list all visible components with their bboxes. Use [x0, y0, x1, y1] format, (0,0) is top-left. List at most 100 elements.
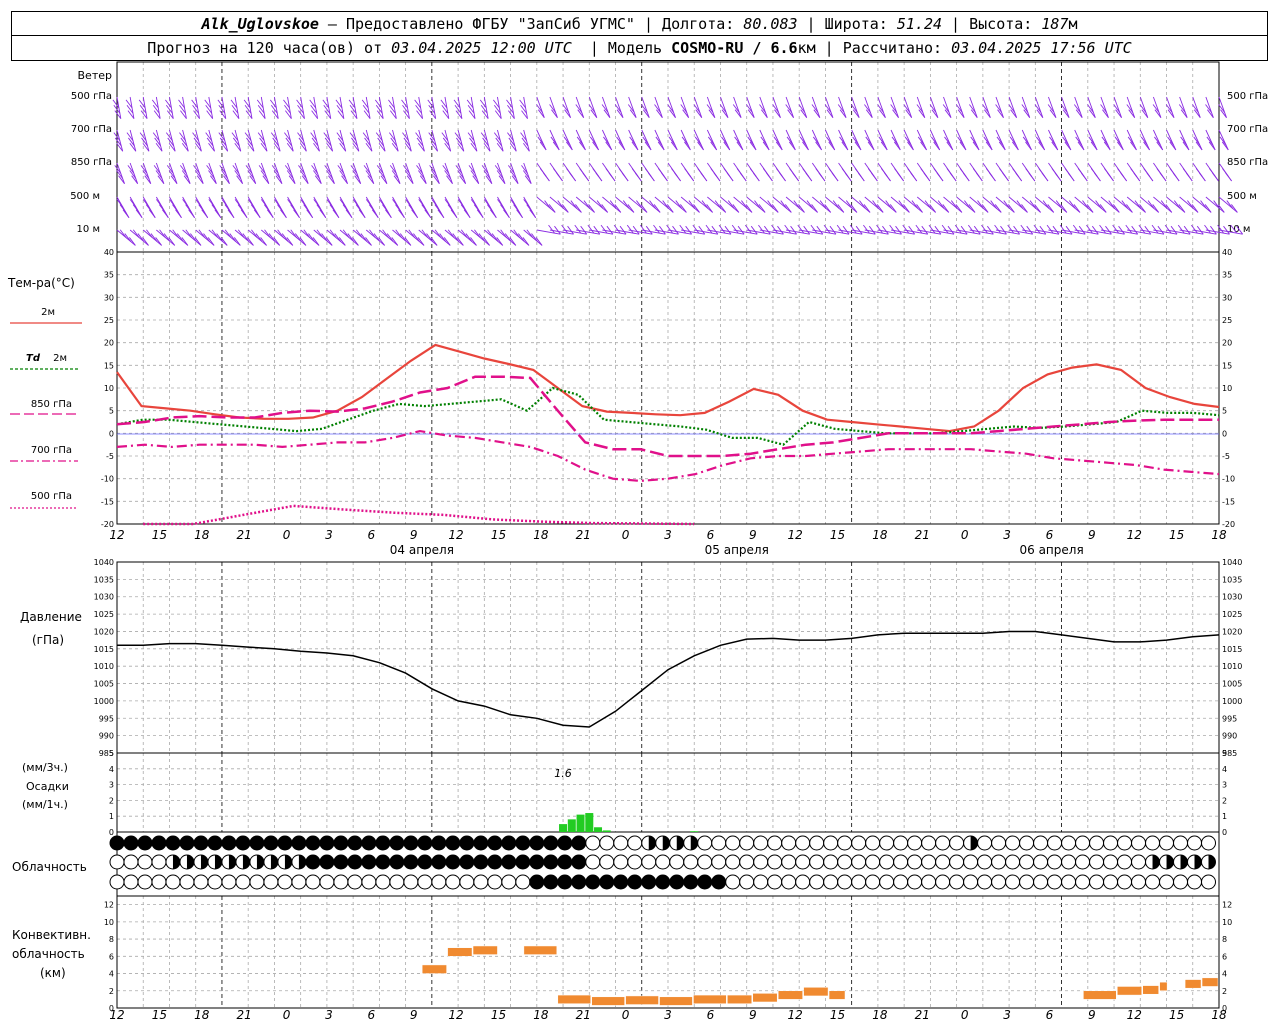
wind-barb-feather — [208, 199, 216, 208]
conv-ytick-left: 6 — [109, 952, 114, 961]
cloud-cover-circle — [991, 874, 1007, 890]
cloud-cover-circle — [697, 835, 713, 851]
wind-barb-staff — [864, 129, 875, 151]
wind-barb-feather — [145, 204, 153, 213]
wind-barb-feather — [894, 168, 901, 177]
precip-ytick-left: 1 — [109, 812, 114, 821]
cloud-cover-circle — [641, 854, 657, 870]
wind-barb-feather — [290, 204, 297, 213]
press-ytick-right: 1025 — [1222, 610, 1242, 619]
wind-barb-feather — [483, 199, 491, 208]
wind-barb-feather — [319, 209, 327, 219]
wind-barb-feather — [841, 168, 849, 177]
wind-barb-feather — [592, 168, 600, 177]
meteogram: -20 -20-15 -15-10 -10-5 -50 05 510 1015 1520 2025… — [7, 61, 1268, 1022]
wind-barb-feather — [907, 168, 914, 177]
cloud-cover-circle — [151, 854, 167, 870]
cloud-cover-circle — [333, 835, 349, 851]
cloud-cover-circle — [501, 874, 517, 890]
cloud-cover-circle — [795, 835, 811, 851]
wind-barb-feather — [463, 209, 471, 219]
cloud-cover-circle — [837, 854, 853, 870]
wind-barb-feather — [148, 209, 156, 219]
convective-bar — [1083, 990, 1117, 1000]
conv-ytick-left: 4 — [109, 970, 114, 979]
pressure-unit: (гПа) — [32, 633, 64, 647]
wind-barb-feather — [424, 209, 432, 219]
wind-barb-staff — [943, 129, 954, 151]
wind-barb-staff — [706, 129, 718, 151]
convective-bar — [523, 945, 558, 955]
wind-barb-staff — [929, 96, 939, 118]
wind-barb-feather — [392, 199, 399, 208]
wind-barb-feather — [762, 168, 770, 177]
wind-barb-staff — [838, 96, 847, 118]
press-ytick-left: 1040 — [94, 558, 114, 567]
cloud-cover-circle — [123, 874, 139, 890]
wind-barb-staff — [431, 162, 440, 184]
cloud-cover-circle — [557, 854, 573, 870]
wind-barb-feather — [365, 199, 373, 208]
wind-barb-feather — [129, 199, 137, 208]
press-ytick-right: 995 — [1222, 714, 1237, 723]
cloud-cover-circle — [1117, 874, 1133, 890]
temp-ytick-left: 30 — [104, 293, 114, 302]
hour-tick-label-bottom: 6 — [707, 1008, 715, 1022]
cloud-cover-circle — [907, 854, 923, 870]
wind-barb-feather — [240, 209, 248, 219]
cloud-cover-circle — [739, 835, 755, 851]
convective-bar — [659, 996, 693, 1006]
cloud-cover-circle — [1131, 835, 1147, 851]
hour-tick-label: 21 — [576, 528, 591, 542]
wind-barb-feather — [277, 204, 284, 213]
wind-barb-feather — [437, 209, 445, 219]
hour-tick-label-bottom: 6 — [367, 1008, 375, 1022]
wind-barb-staff — [825, 129, 836, 151]
cloud-cover-circle — [949, 854, 965, 870]
wind-barb-feather — [959, 168, 967, 177]
cloud-cover-circle — [977, 835, 993, 851]
wind-barb-feather — [1064, 168, 1072, 177]
cloud-cover-circle — [151, 874, 167, 890]
wind-level-700hpa-right: 700 гПа — [1227, 124, 1268, 135]
hour-tick-label-bottom: 0 — [961, 1008, 969, 1022]
cloud-cover-circle — [599, 874, 615, 890]
wind-barb-staff — [693, 96, 703, 118]
press-ytick-left: 1030 — [94, 593, 114, 602]
cloud-cover-circle — [1075, 835, 1091, 851]
hour-tick-label-bottom: 15 — [830, 1008, 845, 1022]
cloud-cover-circle — [697, 874, 713, 890]
wind-barb-feather — [1195, 168, 1203, 177]
wind-barb-staff — [601, 129, 613, 151]
cloud-cover-fill — [1180, 855, 1188, 869]
hour-tick-label: 18 — [1211, 528, 1227, 542]
wind-barb-staff — [903, 129, 914, 151]
cloud-cover-circle — [137, 854, 153, 870]
wind-level-500hpa: 500 гПа — [71, 91, 112, 102]
cloud-cover-fill — [284, 855, 292, 869]
wind-barb-feather — [946, 168, 954, 177]
precip-bar — [567, 819, 576, 832]
wind-barb-staff — [628, 96, 637, 118]
cloud-cover-circle — [627, 874, 643, 890]
cloud-cover-circle — [1019, 874, 1035, 890]
press-ytick-left: 1000 — [94, 697, 114, 706]
wind-barb-feather — [398, 209, 405, 219]
cloud-cover-circle — [459, 874, 475, 890]
cloud-cover-circle — [501, 854, 517, 870]
wind-barb-feather — [247, 199, 255, 208]
wind-barb-staff — [916, 129, 927, 151]
cloud-cover-circle — [431, 874, 447, 890]
cloud-cover-fill — [1152, 855, 1160, 869]
wind-barb-feather — [234, 199, 242, 208]
cloud-cover-circle — [123, 854, 139, 870]
press-ytick-left: 1020 — [94, 627, 114, 636]
cloud-cover-fill — [662, 836, 670, 850]
press-ytick-left: 1010 — [94, 662, 114, 671]
temp-ytick-right: 10 — [1222, 384, 1232, 393]
wind-barb-staff — [746, 129, 757, 151]
hour-tick-label-bottom: 18 — [194, 1008, 210, 1022]
cloud-cover-circle — [263, 874, 279, 890]
cloud-cover-circle — [137, 835, 153, 851]
cloud-cover-circle — [963, 874, 979, 890]
